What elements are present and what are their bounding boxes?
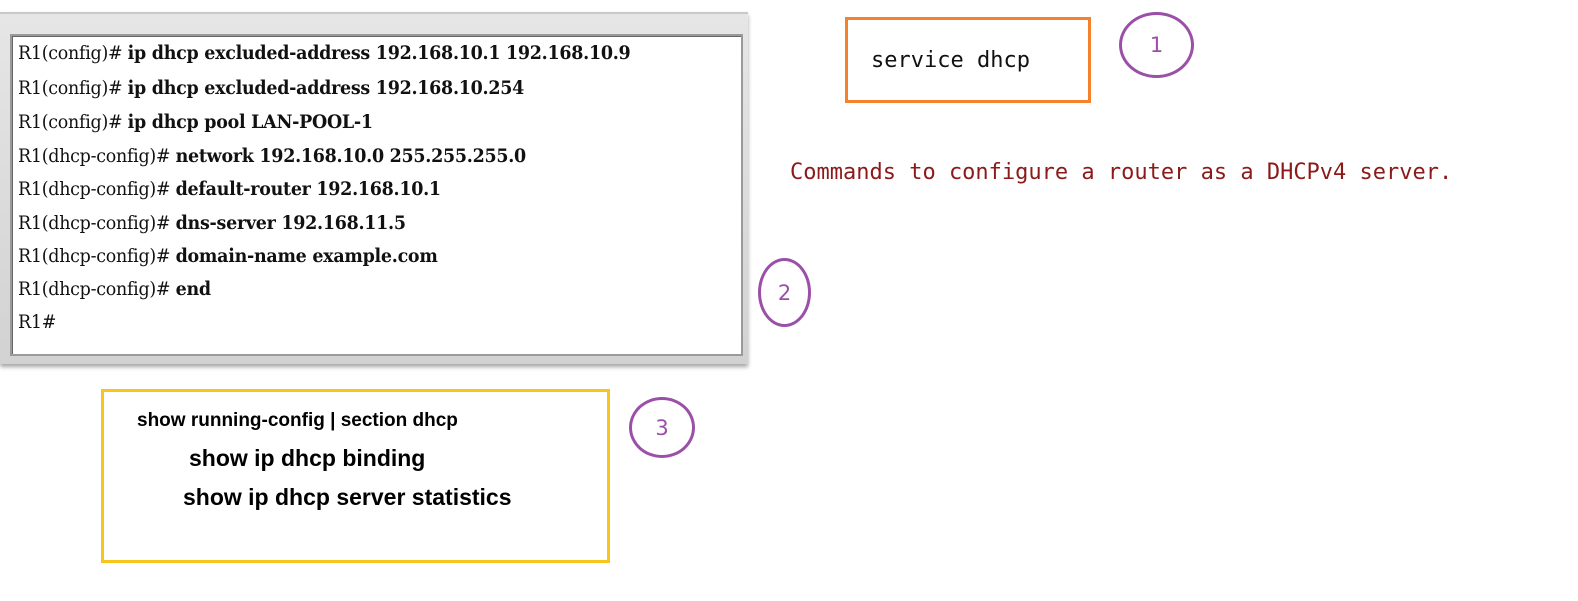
cli-prompt: R1(config)# xyxy=(18,111,123,133)
cli-prompt: R1(dhcp-config)# xyxy=(18,278,171,300)
cli-line: R1(dhcp-config)# dns-server 192.168.11.5 xyxy=(18,212,406,234)
cli-command: end xyxy=(175,278,212,300)
cli-line: R1(dhcp-config)# default-router 192.168.… xyxy=(18,178,441,200)
step-marker-1: 1 xyxy=(1119,12,1194,78)
cli-command: network 192.168.10.0 255.255.255.0 xyxy=(175,145,527,167)
show-commands-box: show running-config | section dhcp show … xyxy=(101,389,610,563)
cli-prompt: R1(dhcp-config)# xyxy=(18,145,171,167)
service-dhcp-command: service dhcp xyxy=(871,48,1030,73)
cli-command: default-router 192.168.10.1 xyxy=(175,178,441,200)
cli-line: R1(dhcp-config)# end xyxy=(18,278,211,300)
step-marker-2: 2 xyxy=(758,258,811,327)
cli-line: R1(config)# ip dhcp excluded-address 192… xyxy=(18,77,524,99)
cli-prompt: R1(dhcp-config)# xyxy=(18,212,171,234)
service-dhcp-box: service dhcp xyxy=(845,17,1091,103)
cli-prompt: R1(config)# xyxy=(18,42,123,64)
cli-output-area: R1(config)# ip dhcp excluded-address 192… xyxy=(10,34,743,356)
cli-line: R1# xyxy=(18,311,56,333)
cli-prompt: R1# xyxy=(18,311,57,333)
show-dhcp-binding-command: show ip dhcp binding xyxy=(189,445,426,471)
cli-prompt: R1(dhcp-config)# xyxy=(18,178,171,200)
cli-prompt: R1(config)# xyxy=(18,77,123,99)
cli-command: ip dhcp excluded-address 192.168.10.254 xyxy=(127,77,525,99)
step-marker-3: 3 xyxy=(629,397,695,458)
show-dhcp-statistics-command: show ip dhcp server statistics xyxy=(183,484,512,510)
cli-command: dns-server 192.168.11.5 xyxy=(175,212,406,234)
cli-line: R1(dhcp-config)# domain-name example.com xyxy=(18,245,438,267)
cli-prompt: R1(dhcp-config)# xyxy=(18,245,171,267)
step-number: 3 xyxy=(655,415,669,440)
cli-line: R1(config)# ip dhcp pool LAN-POOL-1 xyxy=(18,111,373,133)
cli-line: R1(config)# ip dhcp excluded-address 192… xyxy=(18,42,631,64)
cli-command: ip dhcp excluded-address 192.168.10.1 19… xyxy=(127,42,631,64)
cli-line: R1(dhcp-config)# network 192.168.10.0 25… xyxy=(18,145,526,167)
cli-output-panel: R1(config)# ip dhcp excluded-address 192… xyxy=(0,12,748,364)
cli-command: ip dhcp pool LAN-POOL-1 xyxy=(127,111,373,133)
show-running-config-command: show running-config | section dhcp xyxy=(137,410,458,431)
diagram-caption: Commands to configure a router as a DHCP… xyxy=(790,160,1453,185)
step-number: 1 xyxy=(1149,33,1164,57)
cli-command: domain-name example.com xyxy=(175,245,438,267)
step-number: 2 xyxy=(777,280,792,305)
